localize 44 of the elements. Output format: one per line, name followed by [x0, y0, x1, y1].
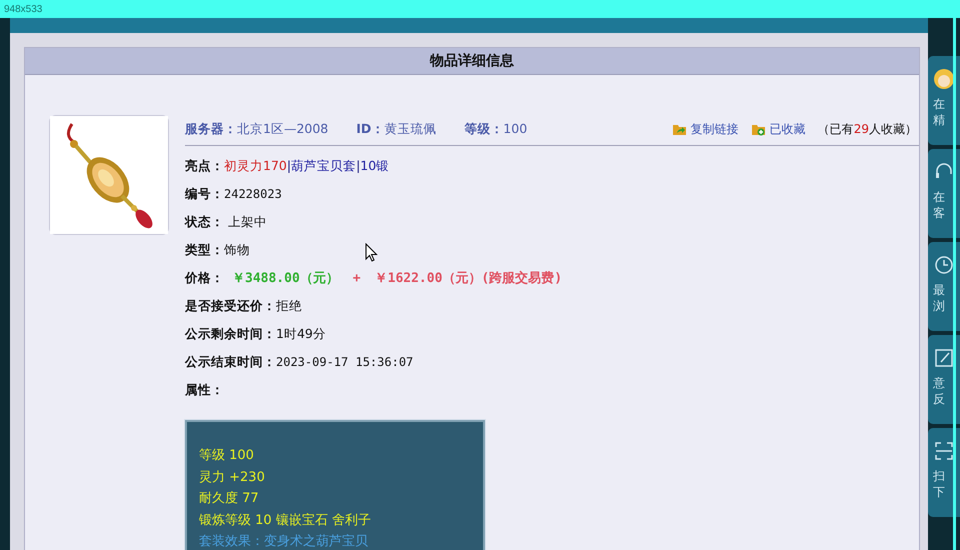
- favorite-count: （已有29人收藏）: [818, 120, 917, 138]
- dock-button[interactable]: 最 浏: [928, 242, 960, 331]
- avatar-icon: [933, 68, 955, 90]
- field-label: 公示结束时间：: [185, 354, 276, 370]
- field-value: 1时49分: [276, 326, 326, 342]
- field-label: 状态：: [185, 214, 224, 230]
- meta-field: 等级：100: [464, 120, 528, 138]
- field-value: 上架中: [226, 214, 267, 230]
- attribute-line: 灵力 +230: [199, 468, 266, 486]
- copy-link-button[interactable]: 复制链接: [672, 120, 739, 138]
- field-label: 公示剩余时间：: [185, 326, 276, 342]
- attribute-line: 耐久度 77: [199, 490, 260, 508]
- dock-button[interactable]: 意 反: [928, 335, 960, 424]
- field-label: 亮点：: [185, 158, 224, 174]
- meta-field: 服务器：北京1区—2008: [185, 120, 328, 138]
- field-label: 价格：: [185, 270, 224, 286]
- field-value: 拒绝: [276, 298, 302, 314]
- field-value: 2023-09-17 15:36:07: [276, 355, 414, 369]
- highlights-value: 初灵力170|葫芦宝贝套|10锻: [224, 158, 390, 174]
- price-value: ￥3488.00（元）: [232, 270, 339, 287]
- field-label: 属性：: [185, 382, 224, 398]
- attribute-line: 等级 100: [199, 447, 255, 465]
- clock-icon: [933, 254, 955, 276]
- dock-button[interactable]: 扫 下: [928, 428, 960, 517]
- fee-value: ￥1622.00（元）(跨服交易费): [374, 270, 562, 287]
- edit-icon: [933, 347, 955, 369]
- dock-button[interactable]: 在 精: [928, 56, 960, 145]
- field-value: 饰物: [224, 242, 250, 258]
- panel-title: 物品详细信息: [25, 48, 919, 75]
- meta-field: ID：黄玉琉佩: [356, 120, 436, 138]
- cursor-icon: [365, 243, 378, 262]
- field-label: 是否接受还价：: [185, 298, 276, 314]
- dock-button[interactable]: 在 客: [928, 149, 960, 238]
- attribute-line: 套装效果：变身术之葫芦宝贝: [199, 533, 369, 550]
- folder-add-icon: [750, 122, 766, 136]
- field-value: 24228023: [224, 187, 282, 201]
- recorder-size-label: 948x533: [4, 4, 42, 14]
- scan-icon: [933, 440, 955, 462]
- field-label: 类型：: [185, 242, 224, 258]
- field-label: 编号：: [185, 186, 224, 202]
- folder-share-icon: [672, 122, 687, 136]
- favorite-button[interactable]: 已收藏: [750, 120, 806, 138]
- plus-sign: +: [352, 270, 361, 286]
- attribute-line: 锻炼等级 10 镶嵌宝石 舍利子: [199, 512, 372, 530]
